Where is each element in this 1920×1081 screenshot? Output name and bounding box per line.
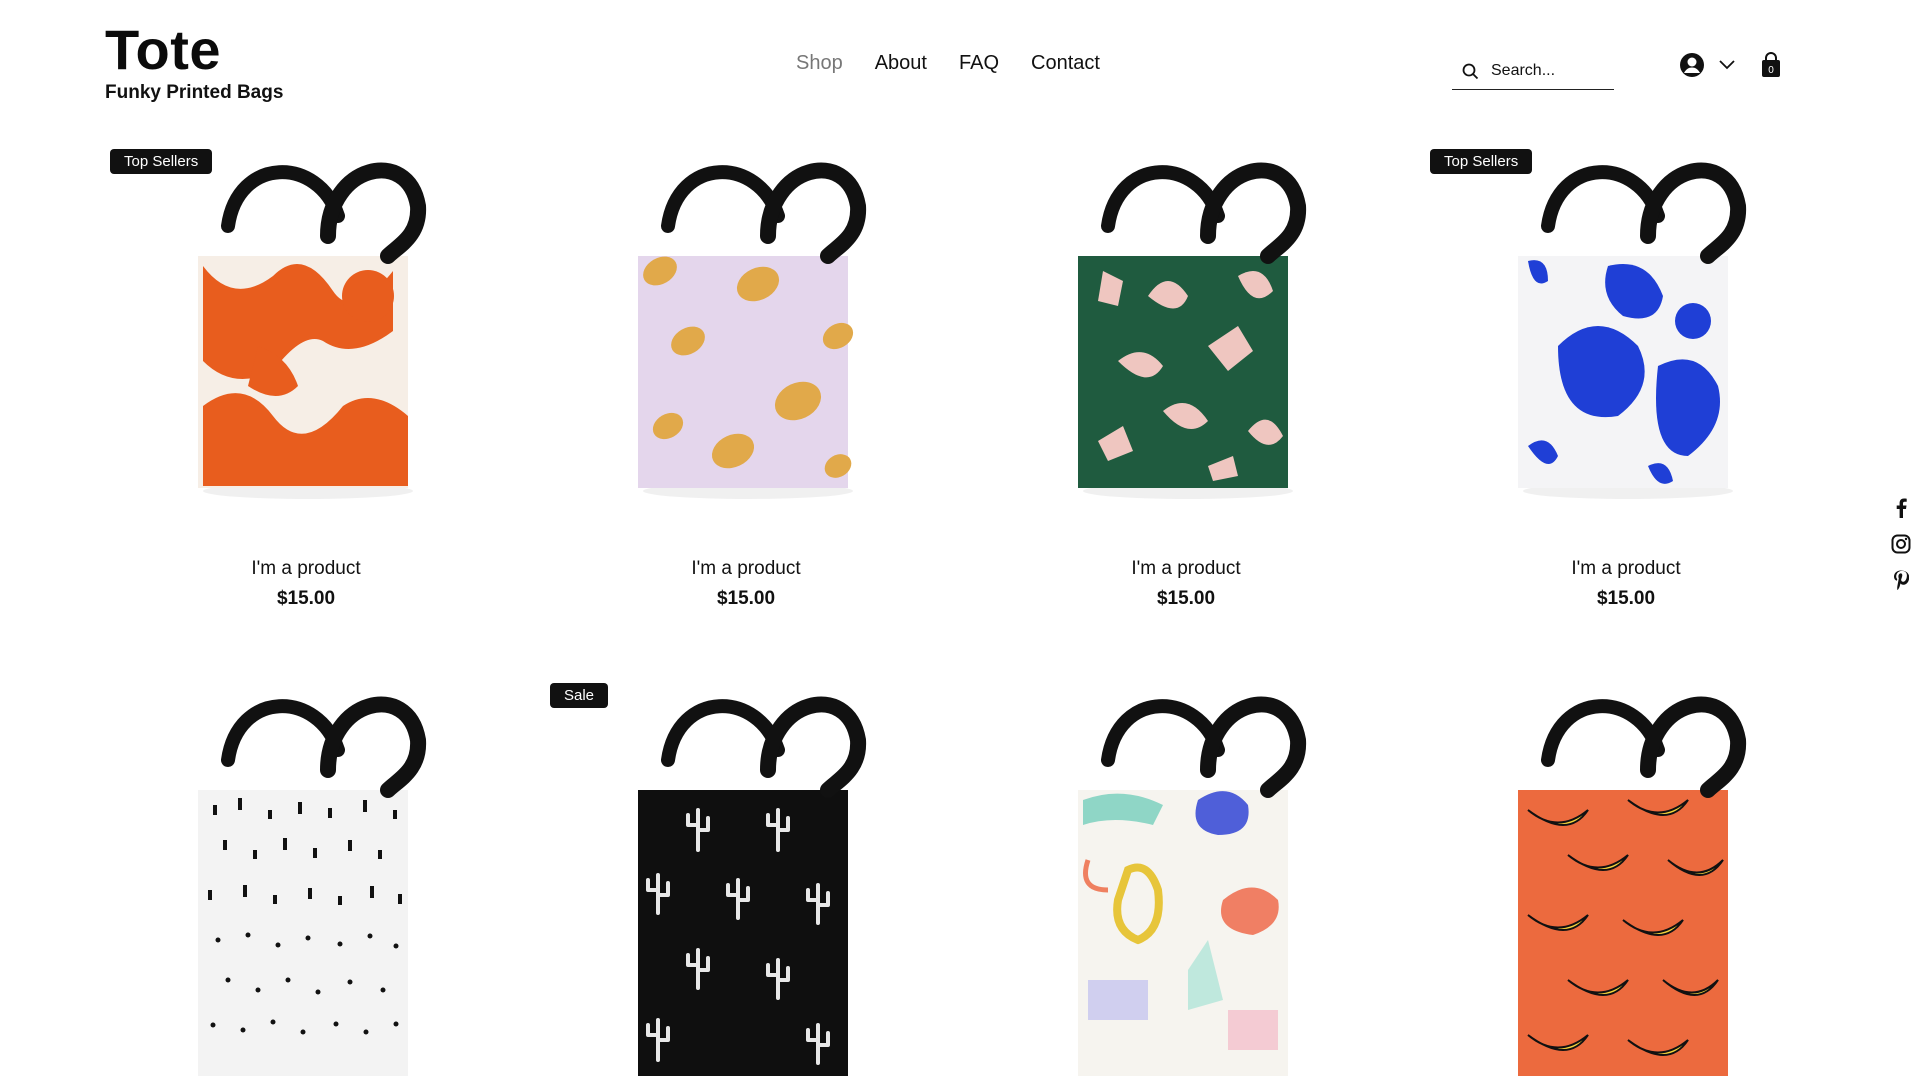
product-card[interactable] — [1428, 680, 1824, 1076]
product-name[interactable]: I'm a product — [108, 558, 504, 580]
search-input[interactable] — [1489, 61, 1603, 81]
social-bar — [1890, 497, 1912, 591]
product-image[interactable] — [988, 146, 1384, 542]
cart-button[interactable]: 0 — [1760, 52, 1782, 83]
search-bar[interactable] — [1452, 53, 1614, 90]
nav-contact[interactable]: Contact — [1031, 52, 1100, 75]
brand[interactable]: Tote Funky Printed Bags — [105, 18, 283, 104]
facebook-icon[interactable] — [1890, 497, 1912, 519]
product-card[interactable] — [108, 680, 504, 1076]
cart-count: 0 — [1768, 65, 1774, 76]
product-price: $15.00 — [1156, 588, 1216, 609]
product-grid: Top Sellers I'm a product $15.00 I'm a p… — [108, 146, 1794, 1076]
product-price: $15.00 — [716, 588, 776, 609]
main-nav: Shop About FAQ Contact — [796, 52, 1100, 75]
product-image[interactable] — [548, 146, 944, 542]
product-card[interactable]: Sale — [548, 680, 944, 1076]
product-card[interactable] — [988, 680, 1384, 1076]
nav-about[interactable]: About — [875, 52, 927, 75]
product-image[interactable] — [108, 680, 504, 1076]
account-menu[interactable] — [1679, 52, 1735, 78]
product-badge: Top Sellers — [110, 149, 213, 174]
instagram-icon[interactable] — [1890, 533, 1912, 555]
product-image[interactable] — [1428, 146, 1824, 542]
nav-shop[interactable]: Shop — [796, 52, 843, 75]
product-image[interactable] — [548, 680, 944, 1076]
nav-faq[interactable]: FAQ — [959, 52, 999, 75]
pinterest-icon[interactable] — [1890, 569, 1912, 591]
product-name[interactable]: I'm a product — [548, 558, 944, 580]
shopping-bag-icon: 0 — [1762, 52, 1780, 77]
product-card[interactable]: I'm a product $15.00 — [988, 146, 1384, 610]
product-name[interactable]: I'm a product — [988, 558, 1384, 580]
product-name[interactable]: I'm a product — [1428, 558, 1824, 580]
product-price: $15.00 — [1596, 588, 1656, 609]
product-price: $15.00 — [276, 588, 336, 609]
product-badge: Sale — [550, 683, 609, 708]
product-image[interactable] — [1428, 680, 1824, 1076]
search-icon — [1462, 63, 1479, 79]
product-image[interactable] — [108, 146, 504, 542]
product-card[interactable]: I'm a product $15.00 — [548, 146, 944, 610]
product-card[interactable]: Top Sellers I'm a product $15.00 — [1428, 146, 1824, 610]
chevron-down-icon[interactable] — [1719, 60, 1735, 70]
product-card[interactable]: Top Sellers I'm a product $15.00 — [108, 146, 504, 610]
site-subtitle: Funky Printed Bags — [105, 82, 284, 103]
avatar-icon[interactable] — [1679, 52, 1705, 78]
product-image[interactable] — [988, 680, 1384, 1076]
site-title[interactable]: Tote — [105, 18, 283, 82]
product-badge: Top Sellers — [1430, 149, 1533, 174]
